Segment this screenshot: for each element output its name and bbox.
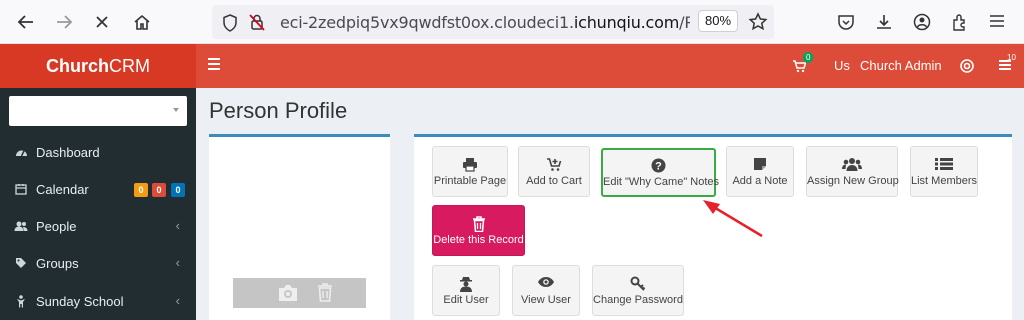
edit-why-came-notes-button[interactable]: ? Edit "Why Came" Notes [601,148,720,197]
calendar-badge-orange: 0 [134,183,148,197]
insecure-lock-icon[interactable] [248,13,266,31]
sidebar-item-label: Sunday School [36,294,124,309]
trash-icon[interactable] [317,283,333,302]
sticky-note-icon [727,157,793,173]
assign-new-group-button[interactable]: Assign New Group [806,146,899,197]
chevron-left-icon: ‹ [175,255,180,270]
edit-user-button[interactable]: Edit User [432,265,500,316]
svg-text:?: ? [655,161,662,173]
view-user-button[interactable]: View User [512,265,580,316]
button-label: Edit User [443,294,489,306]
button-label: Add a Note [732,175,788,187]
url-text[interactable]: eci-2zedpiq5vx9qwdfst0ox.cloudeci1.ichun… [280,13,690,32]
button-label: Delete this Record [433,234,524,246]
zoom-level[interactable]: 80% [698,10,738,32]
cart-plus-icon [519,157,589,173]
button-label: View User [521,294,571,306]
child-icon [14,295,28,309]
tasks-count-badge: 10 [1007,53,1016,62]
chevron-left-icon: ‹ [175,293,180,308]
user-secret-icon [433,276,499,292]
url-prefix: eci-2zedpiq5vx9qwdfst0ox.cloudeci1. [280,13,574,32]
sidebar-item-label: Calendar [36,182,89,197]
delete-record-button[interactable]: Delete this Record [432,205,525,256]
list-members-button[interactable]: List Members [910,146,978,197]
forward-arrow-icon[interactable] [50,8,78,36]
button-label: List Members [911,175,978,187]
download-icon[interactable] [874,12,894,32]
bookmark-star-icon[interactable] [748,12,768,32]
print-icon [433,157,507,173]
chevron-down-icon [173,108,179,112]
url-path: /Person [679,13,690,32]
add-note-button[interactable]: Add a Note [726,146,794,197]
sidebar-item-label: Dashboard [36,145,100,160]
url-domain: ichunqiu.com [573,13,680,32]
dashboard-icon [14,146,28,160]
account-icon[interactable] [912,12,932,32]
user-initials[interactable]: Us [834,44,850,88]
tag-icon [14,257,28,271]
camera-icon[interactable] [277,284,299,302]
sidebar-item-sunday-school[interactable]: Sunday School ‹ [0,284,196,320]
shield-icon[interactable] [222,14,238,32]
user-menu[interactable]: Church Admin [860,44,942,88]
calendar-badge-blue: 0 [171,183,185,197]
button-label: Change Password [593,294,683,306]
sidebar-item-label: People [36,219,77,234]
users-icon [807,157,897,173]
stop-icon[interactable] [88,8,116,36]
browser-toolbar: eci-2zedpiq5vx9qwdfst0ox.cloudeci1.ichun… [0,0,1024,44]
app-logo[interactable]: ChurchCRM [0,44,196,88]
key-icon [593,276,683,292]
photo-actions-bar [233,278,366,308]
cart-count-badge: 0 [803,52,814,63]
life-ring-icon [960,59,974,73]
question-circle-icon: ? [603,158,714,174]
pocket-icon[interactable] [836,12,856,32]
change-password-button[interactable]: Change Password [592,265,684,316]
trash-icon [433,216,524,233]
button-label: Edit "Why Came" Notes [603,176,720,188]
printable-page-button[interactable]: Printable Page [432,146,508,197]
app-header: ChurchCRM 0 Us Church Admin 10 [0,44,1024,88]
logo-rest: CRM [109,56,150,76]
extensions-icon[interactable] [950,12,970,32]
page-title: Person Profile [209,98,348,123]
address-bar[interactable]: eci-2zedpiq5vx9qwdfst0ox.cloudeci1.ichun… [212,5,774,39]
button-label: Add to Cart [526,175,582,187]
eye-icon [513,276,579,292]
sidebar-item-dashboard[interactable]: Dashboard [0,135,196,171]
sidebar-item-label: Groups [36,256,79,271]
sidebar-toggle-icon[interactable] [208,58,220,70]
menu-icon[interactable] [988,12,1006,30]
sidebar-search-select[interactable] [9,96,187,126]
calendar-badge-red: 0 [152,183,166,197]
add-to-cart-button[interactable]: Add to Cart [518,146,590,197]
sidebar-item-groups[interactable]: Groups ‹ [0,246,196,282]
list-icon [911,157,977,173]
button-label: Printable Page [433,175,507,187]
back-arrow-icon[interactable] [12,8,40,36]
logo-bold: Church [46,56,109,76]
people-icon [14,220,28,234]
sidebar-item-people[interactable]: People ‹ [0,209,196,245]
sidebar: Dashboard Calendar 0 0 0 People ‹ Groups… [0,88,196,320]
home-icon[interactable] [128,8,156,36]
sidebar-item-calendar[interactable]: Calendar 0 0 0 [0,172,196,208]
button-label: Assign New Group [807,175,899,187]
profile-photo-box [209,134,390,320]
calendar-icon [14,183,28,197]
chevron-left-icon: ‹ [175,218,180,233]
